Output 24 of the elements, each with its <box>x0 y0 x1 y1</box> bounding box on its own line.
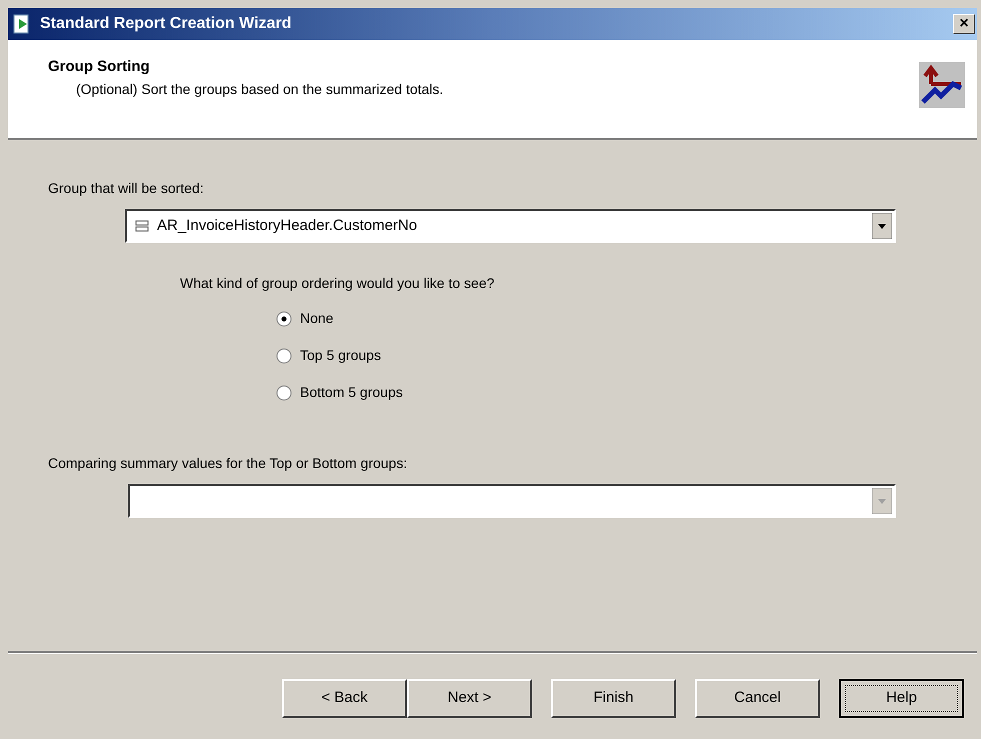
dropdown-arrow-icon <box>872 213 892 239</box>
group-field-label: Group that will be sorted: <box>48 179 205 198</box>
close-button[interactable]: × <box>953 14 975 34</box>
radio-label: Bottom 5 groups <box>300 383 403 402</box>
radio-label: Top 5 groups <box>300 346 381 365</box>
sort-chart-icon <box>919 62 965 108</box>
dropdown-value: AR_InvoiceHistoryHeader.CustomerNo <box>157 216 418 236</box>
wizard-button[interactable]: Finish <box>551 679 676 718</box>
page-title: Group Sorting <box>48 57 151 77</box>
radio-button[interactable] <box>276 310 292 326</box>
radio-label: None <box>300 309 334 328</box>
radio-button[interactable] <box>276 384 292 400</box>
radio-button[interactable] <box>276 348 292 364</box>
summary-field-label: Comparing summary values for the Top or Bottom groups: <box>48 454 408 473</box>
wizard-button[interactable]: Next > <box>407 679 532 718</box>
dropdown-arrow-icon <box>872 488 892 514</box>
ordering-question: What kind of group ordering would you like to see? <box>180 274 496 293</box>
window-title: Standard Report Creation Wizard <box>40 14 292 34</box>
wizard-button[interactable]: < Back <box>282 679 407 718</box>
page-subtitle: (Optional) Sort the groups based on the summarized totals. <box>76 80 444 99</box>
wizard-button[interactable]: Cancel <box>695 679 820 718</box>
group-dropdown[interactable]: AR_InvoiceHistoryHeader.CustomerNo <box>125 209 896 243</box>
wizard-button[interactable]: Help <box>839 679 964 718</box>
field-list-icon <box>135 220 149 232</box>
